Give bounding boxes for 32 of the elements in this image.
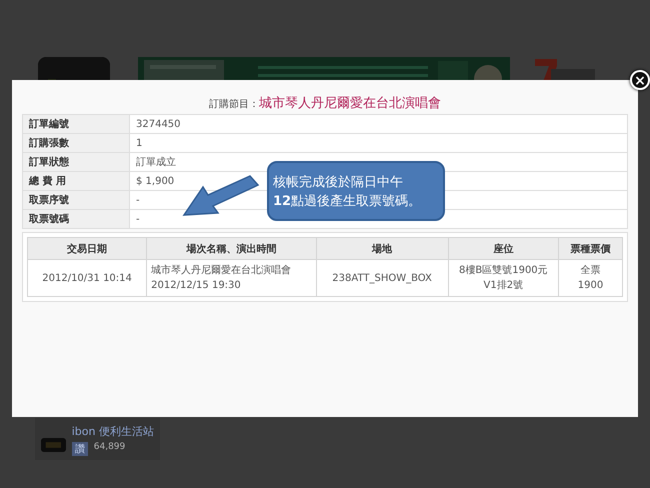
table-cell: 2012/10/31 10:14	[28, 260, 147, 296]
field-label: 訂單編號	[22, 114, 130, 134]
field-value: 1	[136, 138, 142, 148]
field-value: -	[136, 214, 140, 224]
field-value: 訂單成立	[136, 157, 176, 168]
close-button[interactable]: ×	[630, 70, 650, 90]
field-value: 3274450	[136, 118, 181, 130]
table-cell: 238ATT_SHOW_BOX	[316, 260, 448, 296]
event-name: 城市琴人丹尼爾愛在台北演唱會	[151, 264, 292, 278]
like-button[interactable]: 讚	[72, 442, 88, 456]
column-header: 場地	[316, 238, 448, 260]
table-cell: 8樓B區雙號1900元 V1排2號	[448, 260, 558, 296]
field-value: -	[136, 194, 140, 206]
like-count: 64,899	[94, 442, 126, 454]
title-label: 訂購節目：	[209, 98, 259, 111]
field-label: 訂單狀態	[22, 152, 130, 172]
field-label: 總 費 用	[22, 172, 130, 190]
table-cell: 全票 1900	[558, 260, 622, 296]
field-label: 訂購張數	[22, 134, 130, 152]
field-label: 取票號碼	[22, 210, 130, 228]
column-header: 座位	[448, 238, 558, 260]
arrow-icon	[182, 175, 260, 217]
field-value: $ 1,900	[136, 176, 174, 186]
column-header: 票種票價	[558, 238, 622, 260]
column-header: 交易日期	[28, 238, 147, 260]
program-title: 城市琴人丹尼爾愛在台北演唱會	[259, 95, 441, 112]
callout-note: 核帳完成後於隔日中午 12點過後產生取票號碼。	[267, 161, 445, 221]
logo-icon	[41, 438, 66, 452]
field-label: 取票序號	[22, 190, 130, 210]
event-time: 2012/12/15 19:30	[151, 279, 242, 293]
column-header: 場次名稱、演出時間	[146, 238, 316, 260]
page-name: ibon 便利生活站	[72, 424, 154, 439]
